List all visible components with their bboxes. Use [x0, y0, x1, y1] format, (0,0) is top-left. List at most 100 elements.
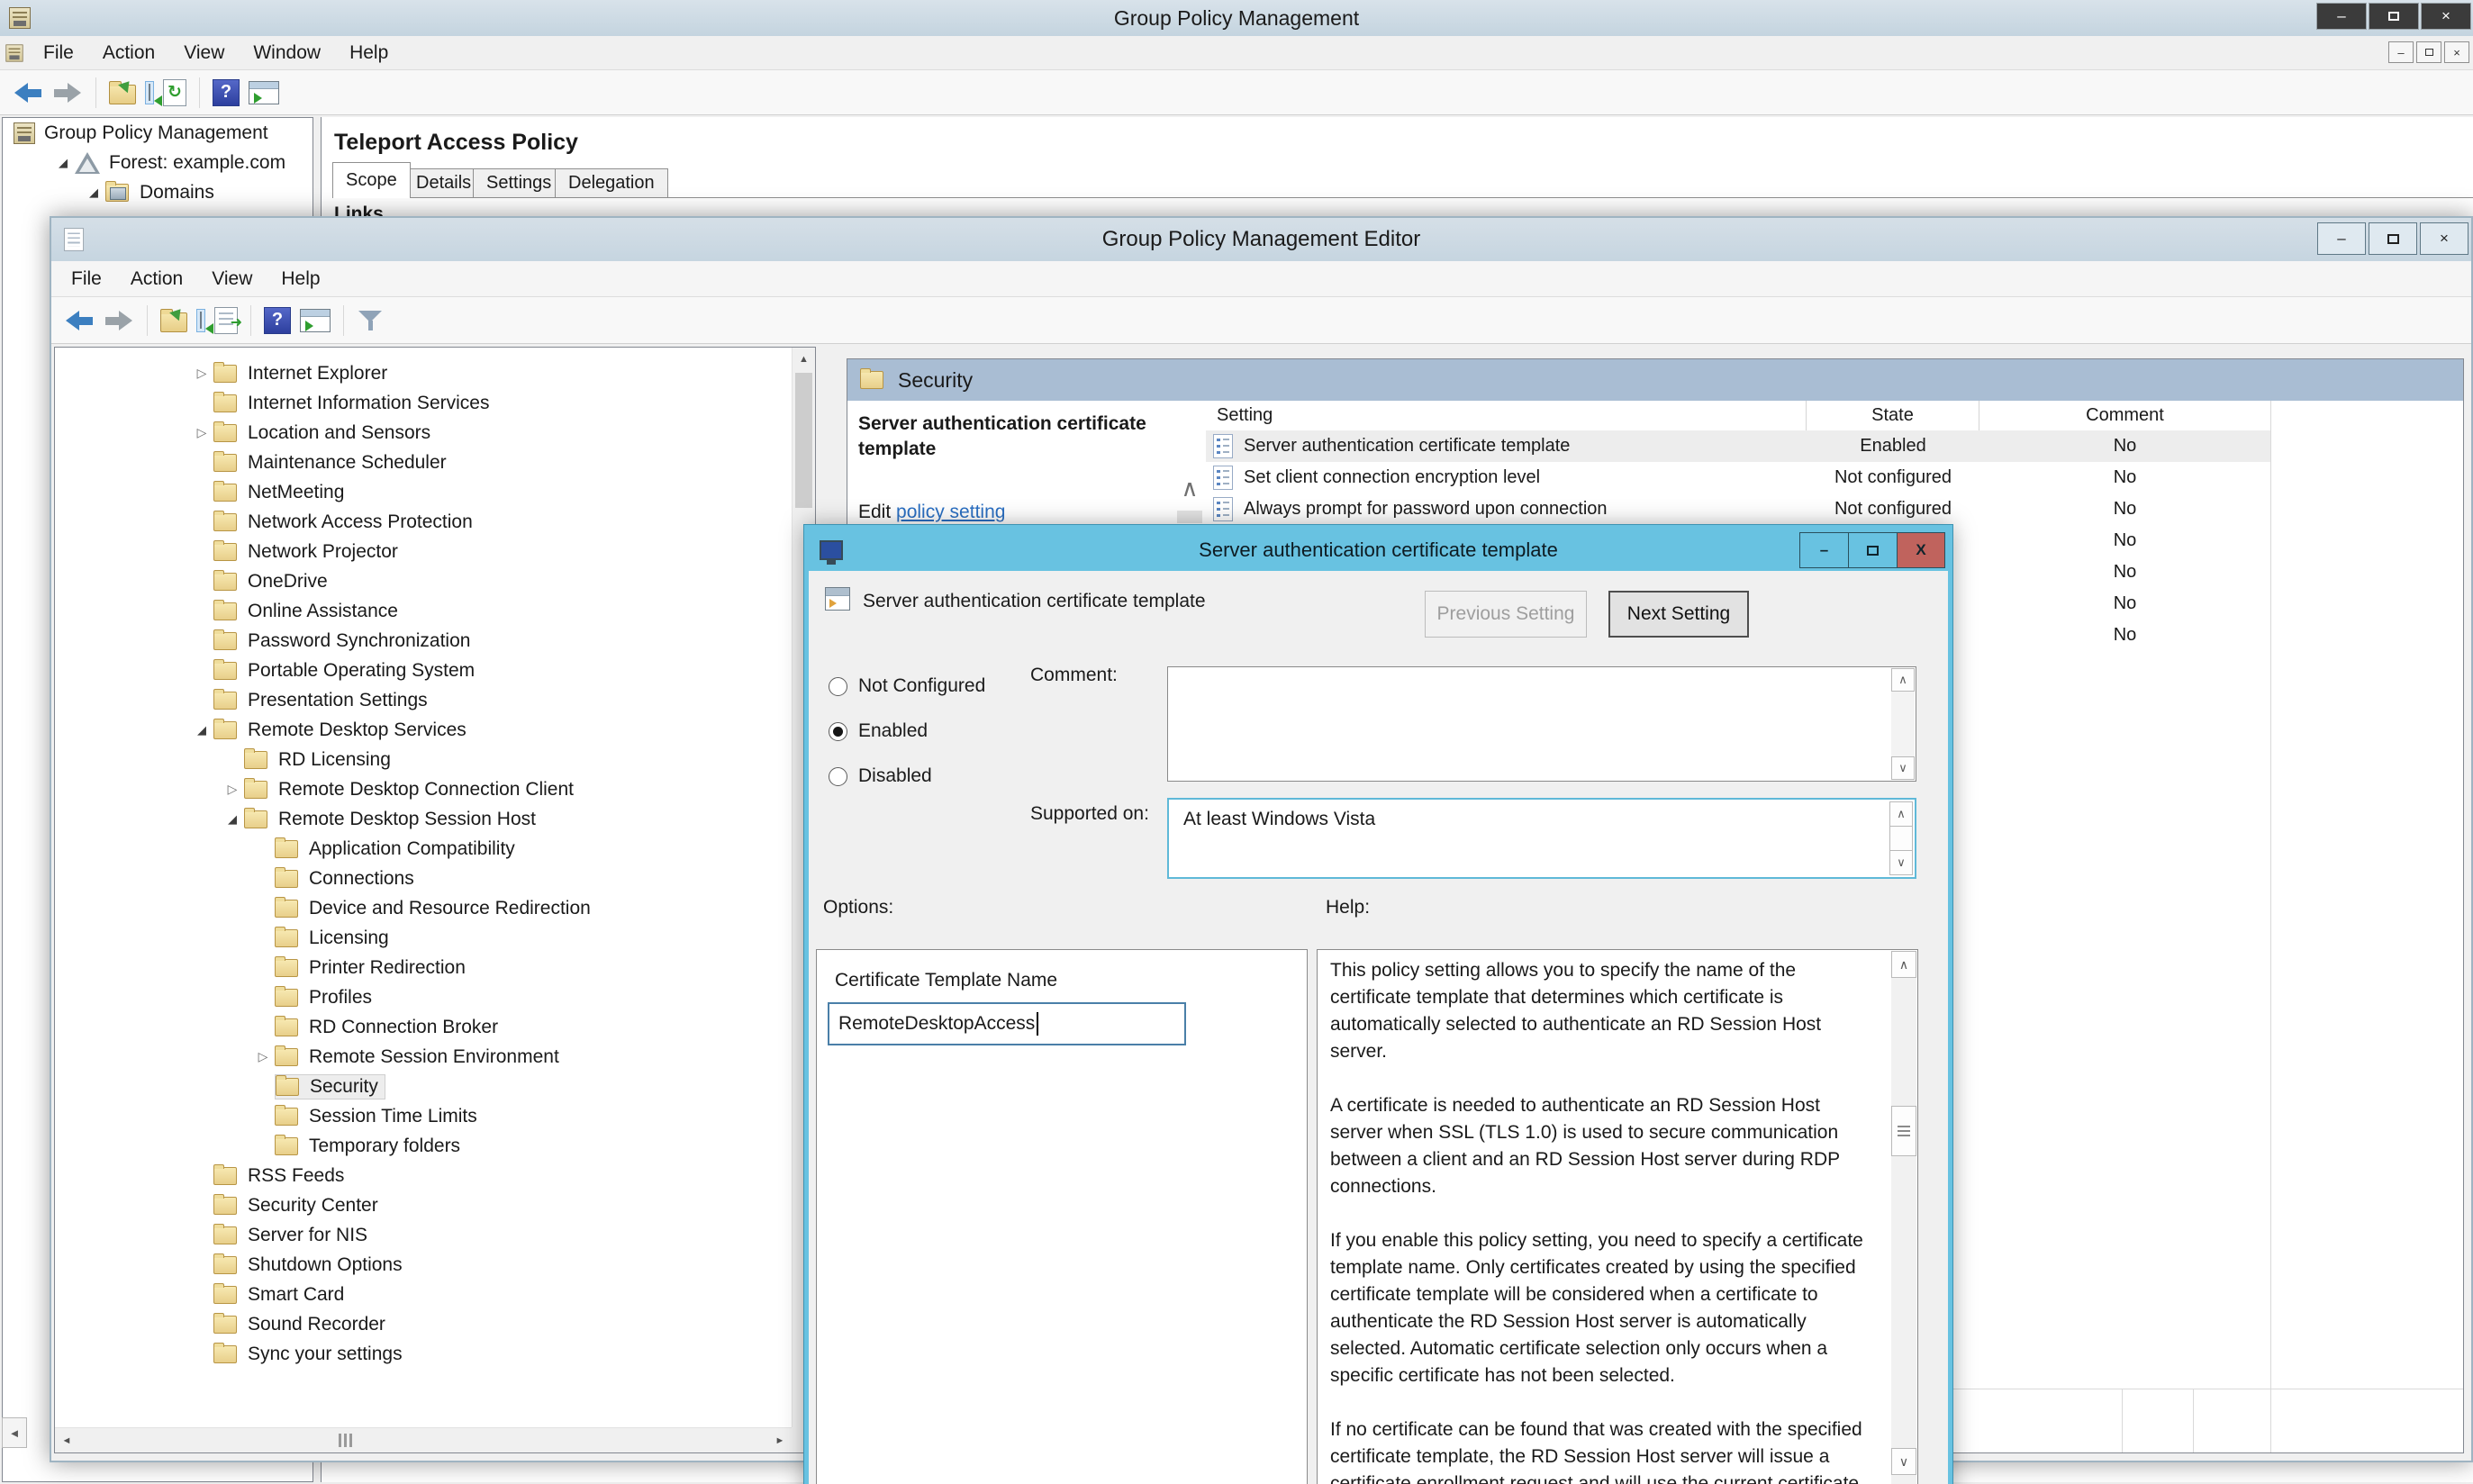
tree-item-security-center[interactable]: Security Center — [55, 1190, 790, 1220]
column-state[interactable]: State — [1807, 401, 1979, 430]
tree-item-licensing[interactable]: Licensing — [55, 923, 790, 953]
scroll-up-icon[interactable]: ▲ — [793, 348, 815, 371]
help-icon[interactable]: ? — [213, 79, 240, 106]
tree-item-maintenance-scheduler[interactable]: Maintenance Scheduler — [55, 448, 790, 477]
tree-item-connections[interactable]: Connections — [55, 864, 790, 893]
tree-item-password-synchronization[interactable]: Password Synchronization — [55, 626, 790, 656]
tree-item-sound-recorder[interactable]: Sound Recorder — [55, 1309, 790, 1339]
mdi-close-icon[interactable]: × — [2444, 41, 2469, 63]
mdi-minimize-icon[interactable]: – — [2388, 41, 2414, 63]
tree-item-smart-card[interactable]: Smart Card — [55, 1280, 790, 1309]
supported-on-box[interactable]: At least Windows Vista ∧ ∨ — [1167, 798, 1916, 879]
close-icon[interactable]: × — [2421, 3, 2471, 30]
up-one-level-icon[interactable] — [109, 85, 136, 104]
tree-item-rd-connection-broker[interactable]: RD Connection Broker — [55, 1012, 790, 1042]
maximize-icon[interactable] — [1848, 532, 1897, 568]
tree-item-location-and-sensors[interactable]: ▷Location and Sensors — [55, 418, 790, 448]
table-row[interactable]: Set client connection encryption levelNo… — [1206, 462, 2270, 493]
tree-item-remote-desktop-session-host[interactable]: ◢Remote Desktop Session Host — [55, 804, 790, 834]
minimize-icon[interactable]: – — [2316, 3, 2367, 30]
expander-expanded-icon[interactable]: ◢ — [51, 156, 75, 170]
tree-item-internet-explorer[interactable]: ▷Internet Explorer — [55, 358, 790, 388]
tree-item-rd-licensing[interactable]: RD Licensing — [55, 745, 790, 774]
radio-button-icon[interactable] — [829, 722, 847, 741]
restore-icon[interactable] — [2369, 3, 2419, 30]
export-list-icon[interactable]: ➜ — [214, 307, 238, 334]
tree-item-session-time-limits[interactable]: Session Time Limits — [55, 1101, 790, 1131]
tree-item-profiles[interactable]: Profiles — [55, 982, 790, 1012]
tab-scope[interactable]: Scope — [332, 162, 411, 198]
next-setting-button[interactable]: Next Setting — [1608, 591, 1749, 638]
expander-collapsed-icon[interactable]: ▷ — [221, 782, 244, 797]
scroll-down-icon[interactable]: ∨ — [1891, 756, 1915, 780]
menu-item-action[interactable]: Action — [116, 268, 197, 290]
tree-item-device-and-resource-redirection[interactable]: Device and Resource Redirection — [55, 893, 790, 923]
comment-scrollbar[interactable]: ∧ ∨ — [1891, 668, 1915, 780]
help-icon[interactable]: ? — [264, 307, 291, 334]
scroll-up-icon[interactable]: ∧ — [1891, 668, 1915, 692]
radio-not-configured[interactable]: Not Configured — [829, 675, 985, 697]
gpm-tree-domains[interactable]: ◢ Domains — [3, 177, 313, 207]
close-icon[interactable]: X — [1897, 532, 1945, 568]
menu-item-help[interactable]: Help — [267, 268, 334, 290]
mdi-restore-icon[interactable] — [2416, 41, 2441, 63]
minimize-icon[interactable]: – — [1799, 532, 1848, 568]
scroll-right-icon[interactable]: ► — [768, 1428, 792, 1452]
forward-icon[interactable] — [52, 82, 83, 104]
expander-expanded-icon[interactable]: ◢ — [190, 723, 213, 737]
table-row[interactable]: Server authentication certificate templa… — [1206, 430, 2270, 462]
back-icon[interactable] — [64, 310, 95, 331]
filter-icon[interactable] — [357, 308, 384, 333]
refresh-icon[interactable]: ↻ — [163, 79, 186, 106]
table-row[interactable]: Always prompt for password upon connecti… — [1206, 493, 2270, 525]
scrollbar-thumb[interactable] — [1891, 1106, 1916, 1156]
tree-item-remote-desktop-services[interactable]: ◢Remote Desktop Services — [55, 715, 790, 745]
back-icon[interactable] — [13, 82, 43, 104]
column-comment[interactable]: Comment — [1979, 401, 2270, 430]
menu-item-action[interactable]: Action — [88, 42, 169, 64]
tree-item-onedrive[interactable]: OneDrive — [55, 566, 790, 596]
tree-item-remote-session-environment[interactable]: ▷Remote Session Environment — [55, 1042, 790, 1072]
column-setting[interactable]: Setting — [1206, 401, 1807, 430]
scroll-left-icon[interactable]: ◄ — [55, 1428, 78, 1452]
menu-item-file[interactable]: File — [57, 268, 116, 290]
show-console-tree-icon[interactable] — [145, 81, 154, 104]
tab-settings[interactable]: Settings — [473, 168, 565, 198]
tree-item-portable-operating-system[interactable]: Portable Operating System — [55, 656, 790, 685]
expander-collapsed-icon[interactable]: ▷ — [190, 425, 213, 440]
tree-item-netmeeting[interactable]: NetMeeting — [55, 477, 790, 507]
radio-enabled[interactable]: Enabled — [829, 720, 928, 742]
radio-button-icon[interactable] — [829, 767, 847, 786]
tree-item-sync-your-settings[interactable]: Sync your settings — [55, 1339, 790, 1369]
up-one-level-icon[interactable] — [160, 312, 187, 332]
show-action-pane-icon[interactable] — [249, 81, 279, 104]
menu-item-help[interactable]: Help — [335, 42, 403, 64]
expander-collapsed-icon[interactable]: ▷ — [251, 1049, 275, 1064]
tree-item-presentation-settings[interactable]: Presentation Settings — [55, 685, 790, 715]
tree-item-security[interactable]: Security — [55, 1072, 790, 1101]
tree-item-server-for-nis[interactable]: Server for NIS — [55, 1220, 790, 1250]
tree-item-printer-redirection[interactable]: Printer Redirection — [55, 953, 790, 982]
previous-setting-button[interactable]: Previous Setting — [1425, 591, 1587, 638]
policy-setting-link[interactable]: policy setting — [896, 502, 1005, 522]
tree-item-shutdown-options[interactable]: Shutdown Options — [55, 1250, 790, 1280]
extended-pane-scroll-up-icon[interactable]: ∧ — [1175, 475, 1204, 525]
radio-button-icon[interactable] — [829, 677, 847, 696]
tree-horizontal-scrollbar[interactable]: ◄ ► — [55, 1427, 792, 1452]
tree-item-application-compatibility[interactable]: Application Compatibility — [55, 834, 790, 864]
radio-disabled[interactable]: Disabled — [829, 765, 932, 787]
scroll-up-icon[interactable]: ∧ — [1891, 951, 1916, 978]
expander-expanded-icon[interactable]: ◢ — [82, 186, 105, 200]
comment-textarea[interactable]: ∧ ∨ — [1167, 666, 1916, 782]
expander-collapsed-icon[interactable]: ▷ — [190, 366, 213, 381]
menu-item-view[interactable]: View — [197, 268, 267, 290]
tree-item-internet-information-services[interactable]: Internet Information Services — [55, 388, 790, 418]
scroll-left-icon[interactable]: ◄ — [2, 1417, 27, 1448]
tree-item-rss-feeds[interactable]: RSS Feeds — [55, 1161, 790, 1190]
close-icon[interactable]: × — [2420, 222, 2468, 255]
help-scrollbar[interactable]: ∧ ∨ — [1891, 951, 1916, 1484]
scroll-down-icon[interactable]: ∨ — [1891, 1448, 1916, 1475]
scroll-up-icon[interactable]: ∧ — [1889, 801, 1913, 827]
maximize-icon[interactable] — [2369, 222, 2417, 255]
show-action-pane-icon[interactable] — [300, 309, 331, 332]
